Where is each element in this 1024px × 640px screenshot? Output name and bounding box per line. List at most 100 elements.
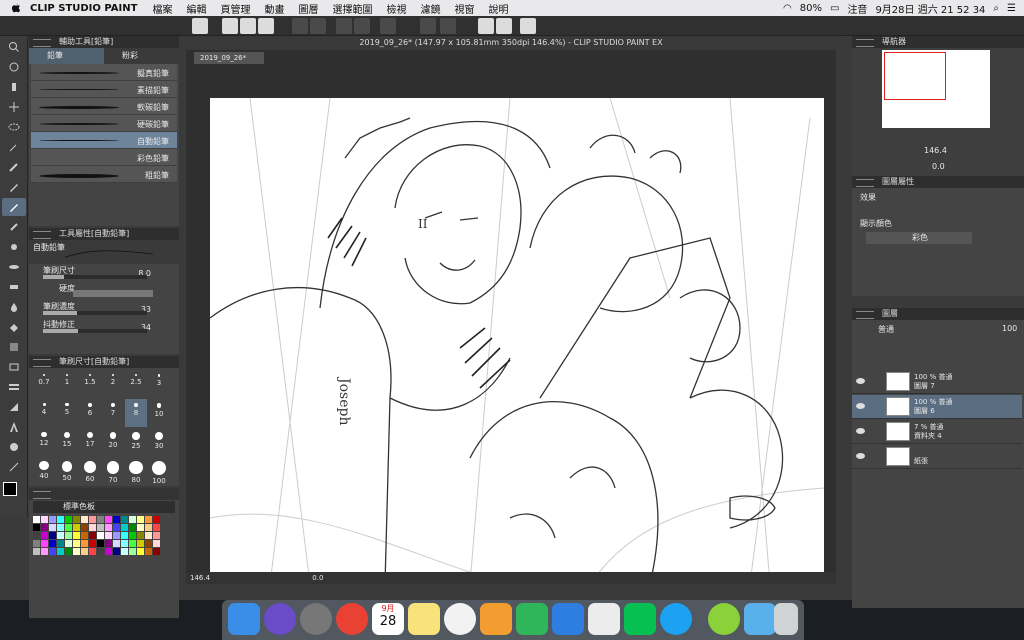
- color-swatch[interactable]: [81, 524, 88, 531]
- color-swatch[interactable]: [137, 532, 144, 539]
- color-swatch[interactable]: [137, 548, 144, 555]
- color-swatch[interactable]: [81, 532, 88, 539]
- color-swatch[interactable]: [65, 524, 72, 531]
- document-tab[interactable]: 2019_09_26*: [194, 52, 264, 64]
- brushsize-title[interactable]: 筆刷尺寸[自動鉛筆]: [29, 356, 179, 368]
- color-swatch[interactable]: [73, 532, 80, 539]
- downloads-folder-icon[interactable]: [744, 603, 776, 635]
- color-swatch[interactable]: [145, 548, 152, 555]
- color-swatch[interactable]: [49, 524, 56, 531]
- wifi-icon[interactable]: ◠: [783, 3, 792, 14]
- decoration-icon[interactable]: [2, 258, 26, 276]
- ruler-icon[interactable]: [2, 398, 26, 416]
- help-icon[interactable]: [520, 18, 536, 34]
- eye-icon[interactable]: [856, 378, 865, 384]
- color-swatch[interactable]: [89, 548, 96, 555]
- menu-window[interactable]: 視窗: [447, 1, 481, 16]
- status-angle[interactable]: 0.0: [312, 574, 323, 582]
- color-swatch[interactable]: [113, 516, 120, 523]
- lime-app-icon[interactable]: [708, 603, 740, 635]
- toolprop-title[interactable]: 工具屬性[自動鉛筆]: [29, 228, 179, 240]
- color-swatch[interactable]: [73, 548, 80, 555]
- eraser-icon[interactable]: [2, 278, 26, 296]
- color-swatch[interactable]: [145, 524, 152, 531]
- brush-size-option[interactable]: 60: [79, 457, 101, 485]
- brush-item[interactable]: 軟碳鉛筆: [31, 98, 177, 115]
- brush-size-option[interactable]: 1: [56, 370, 78, 398]
- brush-size-option[interactable]: 50: [56, 457, 78, 485]
- color-swatch[interactable]: [41, 532, 48, 539]
- color-swatch[interactable]: [121, 548, 128, 555]
- opacity-value[interactable]: 100: [1002, 324, 1017, 333]
- move-layer-icon[interactable]: [2, 98, 26, 116]
- brush-size-option[interactable]: 15: [56, 428, 78, 456]
- color-swatch[interactable]: [65, 540, 72, 547]
- transform-icon[interactable]: [354, 18, 370, 34]
- color-swatch[interactable]: [129, 524, 136, 531]
- pen-icon[interactable]: [2, 178, 26, 196]
- new-file-icon[interactable]: [222, 18, 238, 34]
- brush-size-option[interactable]: 0.7: [33, 370, 55, 398]
- drawing-canvas[interactable]: Joseph II: [210, 98, 824, 584]
- color-swatch[interactable]: [89, 532, 96, 539]
- brush-item[interactable]: 彩色鉛筆: [31, 149, 177, 166]
- brush-size-row[interactable]: 筆刷尺寸 8.0: [29, 264, 179, 282]
- brush-icon[interactable]: [2, 218, 26, 236]
- color-swatch[interactable]: [65, 532, 72, 539]
- color-swatch[interactable]: [121, 524, 128, 531]
- menu-filter[interactable]: 濾鏡: [413, 1, 447, 16]
- brush-size-option[interactable]: 20: [102, 428, 124, 456]
- clear-icon[interactable]: [336, 18, 352, 34]
- move-icon[interactable]: [2, 58, 26, 76]
- color-swatch[interactable]: [81, 540, 88, 547]
- pages-icon[interactable]: [480, 603, 512, 635]
- color-swatch[interactable]: [113, 524, 120, 531]
- color-swatch[interactable]: [81, 516, 88, 523]
- brush-item[interactable]: 擬真鉛筆: [31, 64, 177, 81]
- color-swatch[interactable]: [57, 548, 64, 555]
- color-swatch[interactable]: [105, 540, 112, 547]
- color-swatch[interactable]: [33, 548, 40, 555]
- color-swatch[interactable]: [145, 540, 152, 547]
- eyedropper-icon[interactable]: [2, 158, 26, 176]
- brush-size-option[interactable]: 6: [79, 399, 101, 427]
- brush-item[interactable]: 素描鉛筆: [31, 81, 177, 98]
- navigator-zoom-value[interactable]: 146.4: [924, 146, 947, 155]
- brush-item[interactable]: 粗鉛筆: [31, 166, 177, 183]
- brush-size-option[interactable]: 4: [33, 399, 55, 427]
- colorset-title[interactable]: 標準色板: [33, 501, 175, 513]
- color-swatch[interactable]: [105, 548, 112, 555]
- apple-icon[interactable]: [10, 2, 22, 14]
- color-swatch[interactable]: [49, 548, 56, 555]
- brush-size-option[interactable]: 100: [148, 457, 170, 485]
- siri-icon[interactable]: [264, 603, 296, 635]
- color-swatch[interactable]: [97, 548, 104, 555]
- color-swatch[interactable]: [89, 540, 96, 547]
- fill-icon[interactable]: [380, 18, 396, 34]
- color-swatch[interactable]: [105, 524, 112, 531]
- color-swatch[interactable]: [113, 548, 120, 555]
- color-swatch[interactable]: [81, 548, 88, 555]
- color-swatch[interactable]: [153, 524, 160, 531]
- color-swatch[interactable]: [121, 516, 128, 523]
- open-file-icon[interactable]: [240, 18, 256, 34]
- color-swatch[interactable]: [145, 532, 152, 539]
- tab-pencil[interactable]: 鉛筆: [29, 48, 104, 64]
- eye-icon[interactable]: [856, 403, 865, 409]
- snap-grid-icon[interactable]: [496, 18, 512, 34]
- chrome-icon[interactable]: [336, 603, 368, 635]
- color-swatch[interactable]: [65, 548, 72, 555]
- launchpad-icon[interactable]: [300, 603, 332, 635]
- pencil-icon[interactable]: [2, 198, 26, 216]
- menu-selection[interactable]: 選擇範圍: [325, 1, 379, 16]
- navigator-title[interactable]: 導航器: [852, 36, 1024, 48]
- color-swatch[interactable]: [57, 532, 64, 539]
- color-swatch[interactable]: [137, 524, 144, 531]
- brush-density-row[interactable]: 筆刷濃度 33: [29, 300, 179, 318]
- color-swatch[interactable]: [129, 540, 136, 547]
- brush-size-option[interactable]: 2: [102, 370, 124, 398]
- color-swatch[interactable]: [33, 516, 40, 523]
- display-color-select[interactable]: 彩色: [866, 232, 972, 244]
- color-swatch[interactable]: [137, 540, 144, 547]
- color-swatch[interactable]: [49, 532, 56, 539]
